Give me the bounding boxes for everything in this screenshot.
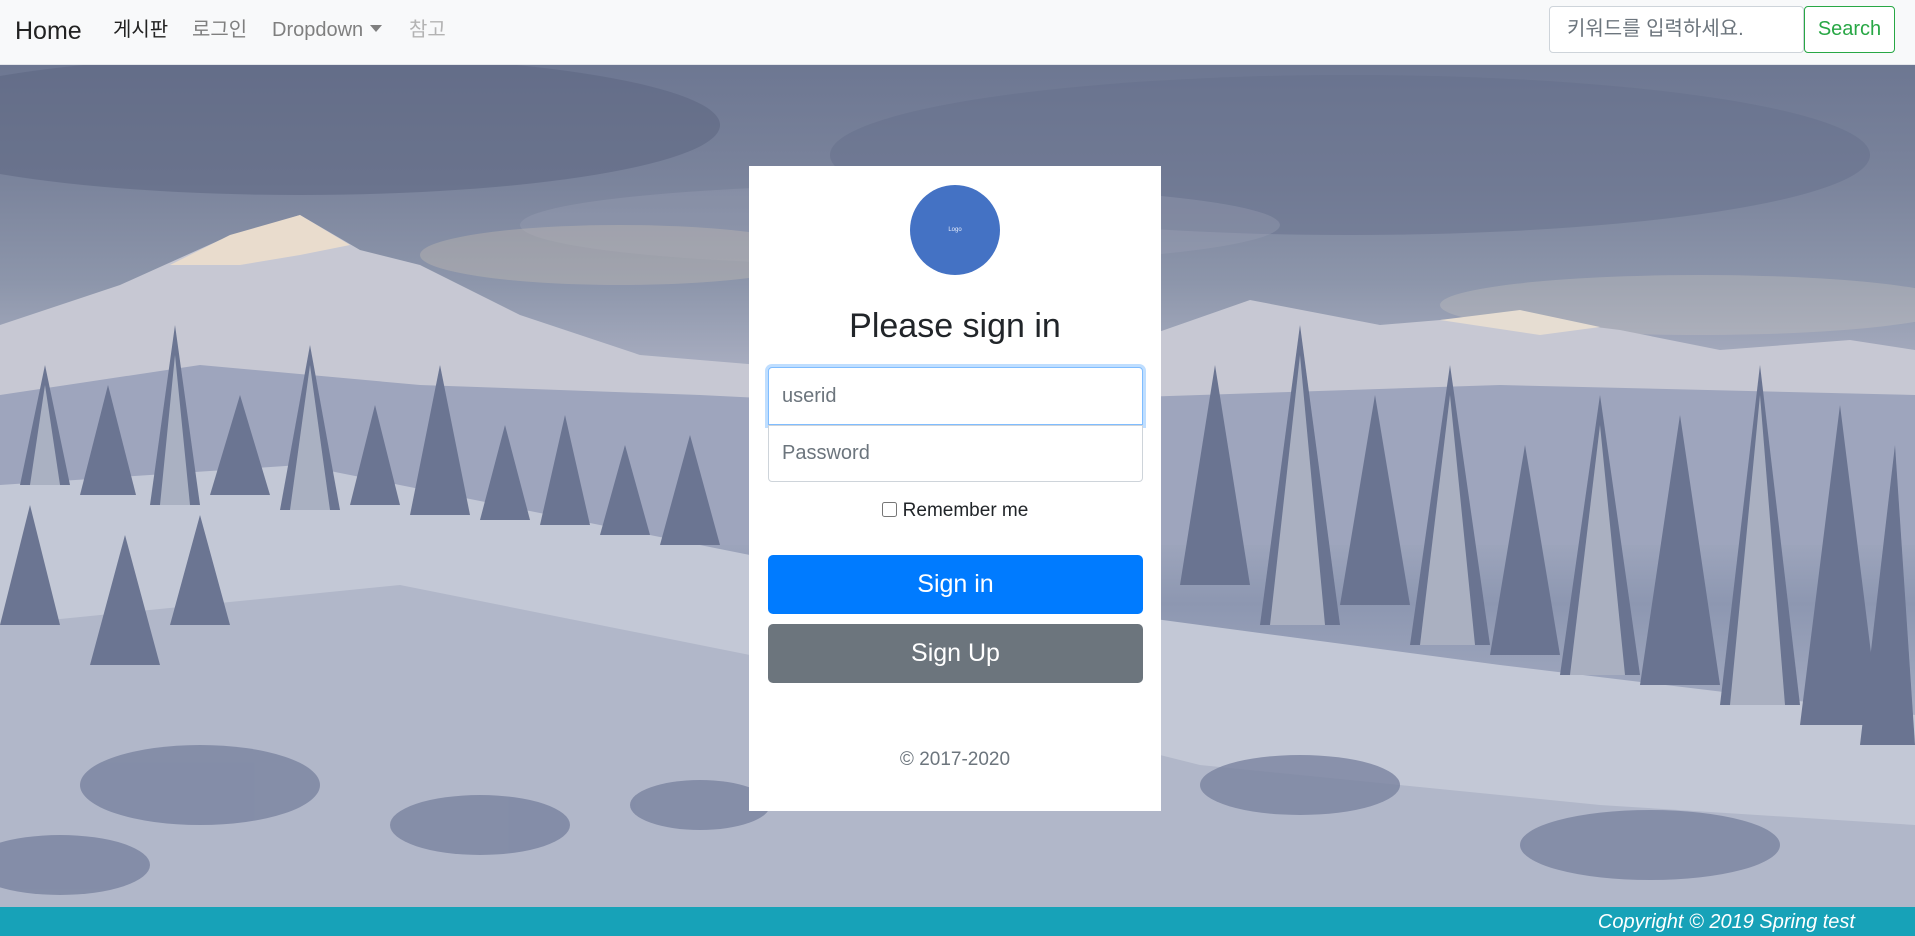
password-input[interactable] xyxy=(768,425,1143,482)
signin-heading: Please sign in xyxy=(849,307,1061,345)
brand-home-link[interactable]: Home xyxy=(15,16,82,46)
page-footer: Copyright © 2019 Spring test xyxy=(0,907,1915,936)
sign-in-button[interactable]: Sign in xyxy=(768,555,1143,614)
logo-image: Logo xyxy=(910,185,1000,275)
search-input[interactable] xyxy=(1549,6,1804,53)
nav-item-login[interactable]: 로그인 xyxy=(192,18,247,42)
remember-me-control[interactable]: Remember me xyxy=(749,499,1161,523)
footer-copyright: Copyright © 2019 Spring test xyxy=(1597,911,1855,933)
logo-text: Logo xyxy=(948,227,962,233)
nav-dropdown-label: Dropdown xyxy=(272,19,364,41)
remember-me-checkbox[interactable] xyxy=(881,502,897,517)
remember-me-label: Remember me xyxy=(902,500,1029,521)
search-button[interactable]: Search xyxy=(1804,6,1895,53)
nav-item-board[interactable]: 게시판 xyxy=(113,18,168,42)
signin-card: Logo Please sign in Remember me Sign in … xyxy=(749,166,1161,811)
nav-item-reference: 참고 xyxy=(409,19,446,41)
card-copyright: © 2017-2020 xyxy=(899,749,1011,770)
nav-item-dropdown[interactable]: Dropdown xyxy=(272,18,383,42)
sign-up-button[interactable]: Sign Up xyxy=(768,624,1143,683)
top-navbar: Home 게시판 로그인 Dropdown 참고 Search xyxy=(0,0,1915,65)
caret-down-icon xyxy=(370,25,383,33)
userid-input[interactable] xyxy=(768,367,1143,425)
